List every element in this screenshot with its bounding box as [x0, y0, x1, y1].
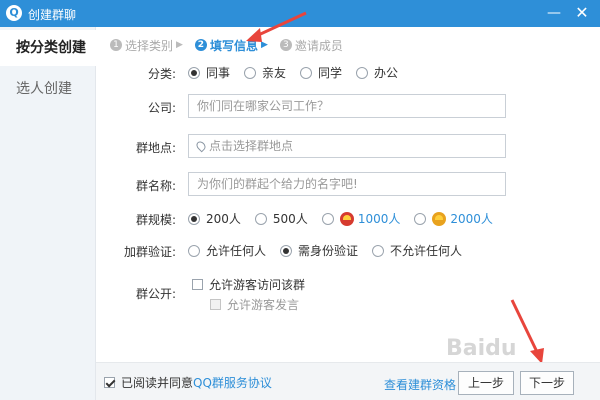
checkbox-label: 允许游客访问该群 [209, 278, 306, 292]
location-placeholder: 点击选择群地点 [209, 139, 294, 153]
join-verify-row: 加群验证: 允许任何人 需身份验证 不允许任何人 [96, 238, 600, 264]
option-label: 亲友 [262, 66, 287, 80]
group-size-row: 群规模: 200人 500人 1000人 2000人 [96, 206, 600, 232]
checkbox-icon [192, 279, 203, 290]
location-label: 群地点: [135, 141, 176, 155]
option-label: 200人 [206, 212, 241, 226]
radio-icon [356, 66, 369, 79]
radio-icon [321, 212, 334, 225]
category-radio-group: 同事 亲友 同学 办公 [188, 64, 412, 81]
group-size-radio-group: 200人 500人 1000人 2000人 [188, 210, 507, 227]
option-label: 2000人 [450, 212, 493, 226]
radio-icon [188, 66, 200, 79]
step-indicator: 1 选择类别 ▶ 2 填写信息 ▶ 3 邀请成员 [110, 36, 347, 54]
location-input[interactable]: 点击选择群地点 [188, 134, 506, 158]
category-option-classmate[interactable]: 同学 [300, 64, 342, 81]
sidebar: 按分类创建 选人创建 [0, 27, 97, 400]
category-label: 分类: [147, 67, 176, 81]
step-label: 邀请成员 [294, 38, 343, 53]
option-label: 需身份验证 [298, 244, 359, 258]
category-row: 分类: 同事 亲友 同学 办公 [96, 60, 600, 86]
step-fill-info: 2 填写信息 ▶ [194, 37, 276, 54]
verify-option-identity[interactable]: 需身份验证 [280, 242, 358, 259]
title-bar: Q 创建群聊 — ✕ [0, 0, 600, 27]
next-step-button[interactable]: 下一步 [520, 371, 574, 395]
vip-penguin-icon [339, 211, 354, 226]
company-row: 公司: 你们同在哪家公司工作？ [96, 94, 600, 120]
group-name-row: 群名称: 为你们的群起个给力的名字吧! [96, 172, 600, 198]
size-option-1000[interactable]: 1000人 [321, 210, 401, 227]
company-input[interactable]: 你们同在哪家公司工作？ [188, 94, 506, 118]
window-title: 创建群聊 [28, 8, 77, 22]
category-option-family[interactable]: 亲友 [244, 64, 286, 81]
step-number: 2 [194, 39, 207, 51]
option-label: 同事 [206, 66, 231, 80]
group-public-label: 群公开: [135, 287, 176, 301]
radio-icon [372, 244, 385, 257]
checkbox-icon [104, 377, 115, 388]
radio-icon [254, 212, 267, 225]
company-label: 公司: [147, 101, 176, 115]
option-label: 允许任何人 [206, 244, 267, 258]
checkbox-icon [210, 299, 221, 310]
step-number: 3 [279, 39, 292, 51]
footer-bar: 已阅读并同意 QQ群服务协议 查看建群资格 上一步 下一步 [96, 362, 600, 400]
group-public-row: 群公开: 允许游客访问该群 允许游客发言 [96, 278, 600, 312]
size-option-500[interactable]: 500人 [254, 210, 308, 227]
svip-penguin-icon [432, 211, 447, 226]
step-invite-members: 3 邀请成员 [279, 37, 343, 54]
allow-visitor-checkbox[interactable]: 允许游客访问该群 [192, 276, 305, 293]
sidebar-item-by-category[interactable]: 按分类创建 [0, 30, 97, 66]
size-option-200[interactable]: 200人 [188, 210, 241, 227]
verify-option-anyone[interactable]: 允许任何人 [188, 242, 266, 259]
chevron-right-icon: ▶ [176, 40, 183, 50]
option-label: 1000人 [357, 212, 401, 226]
step-choose-category: 1 选择类别 ▶ [110, 37, 191, 54]
sidebar-item-by-people[interactable]: 选人创建 [0, 71, 96, 107]
radio-icon [300, 66, 313, 79]
baidu-watermark: Baidu [446, 336, 517, 361]
join-verify-radio-group: 允许任何人 需身份验证 不允许任何人 [188, 242, 476, 259]
chevron-right-icon: ▶ [260, 40, 268, 50]
radio-icon [414, 212, 427, 225]
verify-option-nobody[interactable]: 不允许任何人 [372, 242, 462, 259]
close-button[interactable]: ✕ [570, 2, 594, 24]
size-option-2000[interactable]: 2000人 [414, 210, 493, 227]
radio-icon [280, 244, 293, 257]
agree-terms-checkbox[interactable]: 已阅读并同意 QQ群服务协议 [104, 374, 272, 391]
checkbox-label: 允许游客发言 [227, 298, 300, 312]
minimize-button[interactable]: — [542, 2, 566, 24]
radio-icon [188, 212, 200, 225]
step-number: 1 [110, 39, 122, 51]
category-option-office[interactable]: 办公 [356, 64, 398, 81]
previous-step-button[interactable]: 上一步 [458, 371, 514, 395]
option-label: 不允许任何人 [390, 244, 463, 258]
option-label: 同学 [318, 66, 343, 80]
group-name-label: 群名称: [135, 179, 176, 193]
agree-text: 已阅读并同意 [121, 376, 194, 390]
allow-visitor-speak-checkbox[interactable]: 允许游客发言 [210, 296, 299, 313]
location-row: 群地点: 点击选择群地点 [96, 134, 600, 160]
option-label: 办公 [374, 66, 399, 80]
radio-icon [188, 244, 200, 257]
step-label: 选择类别 [125, 38, 174, 53]
service-agreement-link[interactable]: QQ群服务协议 [193, 374, 272, 391]
group-name-input[interactable]: 为你们的群起个给力的名字吧! [188, 172, 506, 196]
option-label: 500人 [272, 212, 308, 226]
join-verify-label: 加群验证: [123, 245, 176, 259]
qq-logo-icon: Q [6, 5, 22, 21]
category-option-colleague[interactable]: 同事 [188, 64, 230, 81]
group-size-label: 群规模: [135, 213, 176, 227]
check-qualification-link[interactable]: 查看建群资格 [384, 376, 456, 393]
map-pin-icon [194, 139, 208, 153]
radio-icon [244, 66, 257, 79]
step-label: 填写信息 [209, 38, 258, 53]
